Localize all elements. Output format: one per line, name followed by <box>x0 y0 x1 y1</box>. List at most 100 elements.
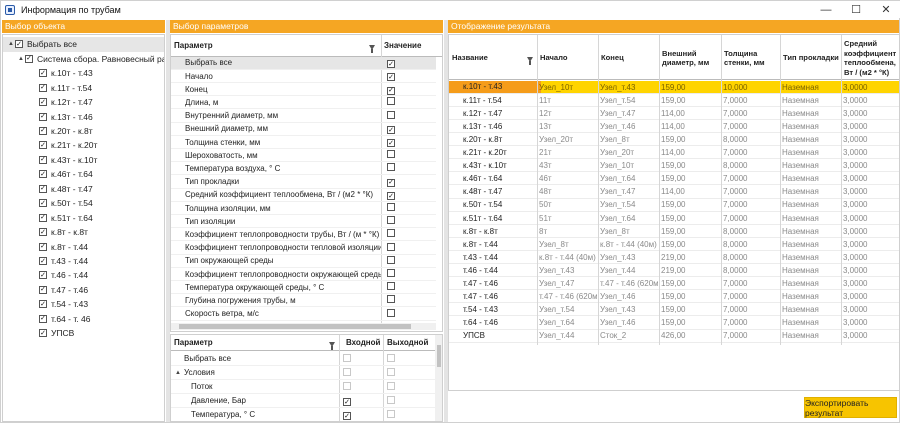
param-value-checkbox[interactable]: ✓ <box>387 192 395 201</box>
results-row[interactable]: к.46т - т.64 46т Узел_т.64 159,00 7,0000 Назе… <box>449 173 899 186</box>
tree-item-checkbox[interactable]: ✓ <box>39 213 47 222</box>
param-row[interactable]: Коэффициент теплопроводности трубы, Вт /… <box>171 229 436 242</box>
param-value-checkbox[interactable] <box>387 150 395 159</box>
tree-item[interactable]: ✓ т.46 - т.44 <box>3 268 164 283</box>
param-value-checkbox[interactable]: ✓ <box>387 60 395 69</box>
param-row[interactable]: Коэффициент теплопроводности тепловой из… <box>171 242 436 255</box>
param-value-checkbox[interactable]: ✓ <box>387 73 395 82</box>
tree-item[interactable]: ✓ к.46т - т.64 <box>3 167 164 182</box>
io-in-checkbox[interactable]: ✓ <box>343 412 351 421</box>
param-row[interactable]: Толщина изоляции, мм <box>171 202 436 215</box>
tree-item[interactable]: ✓ к.48т - т.47 <box>3 182 164 197</box>
tree-item-checkbox[interactable]: ✓ <box>39 314 47 323</box>
param-value-checkbox[interactable] <box>387 282 395 291</box>
param-value-checkbox[interactable] <box>387 216 395 225</box>
results-col-header[interactable]: Толщина стенки, мм <box>724 39 779 77</box>
results-col-header[interactable]: Средний коэффициент теплообмена, Вт / (м… <box>844 39 899 77</box>
tree-item-checkbox[interactable]: ✓ <box>39 155 47 164</box>
param-row[interactable]: Тип окружающей среды <box>171 255 436 268</box>
expander-icon[interactable]: ▲ <box>17 56 25 62</box>
param-row[interactable]: Начало ✓ <box>171 70 436 83</box>
tree-item[interactable]: ✓ к.12т - т.47 <box>3 95 164 110</box>
results-row[interactable]: УПСВ Узел_т.44 Сток_2 426,00 7,0000 Наземная 3… <box>449 330 899 343</box>
param-row[interactable]: Температура окружающей среды, ° С <box>171 281 436 295</box>
results-row[interactable]: к.20т - к.8т Узел_20т Узел_8т 159,00 8,0000 Н… <box>449 133 899 147</box>
param-value-checkbox[interactable] <box>387 295 395 304</box>
io-vscroll[interactable] <box>435 335 442 421</box>
param-row[interactable]: Тип изоляции <box>171 215 436 229</box>
param-row[interactable]: Толщина стенки, мм ✓ <box>171 136 436 149</box>
tree-item[interactable]: ✓ т.43 - т.44 <box>3 254 164 269</box>
param-value-checkbox[interactable] <box>387 308 395 317</box>
param-row[interactable]: Тип прокладки ✓ <box>171 176 436 189</box>
results-row[interactable]: т.64 - т.46 Узел_т.64 Узел_т.46 159,00 7,000… <box>449 317 899 330</box>
param-value-checkbox[interactable]: ✓ <box>387 86 395 95</box>
tree-item-checkbox[interactable]: ✓ <box>39 228 47 237</box>
results-row[interactable]: к.8т - к.8т 8т Узел_8т 159,00 8,0000 Наземная… <box>449 225 899 238</box>
expander-icon[interactable]: ▲ <box>7 41 15 47</box>
param-value-checkbox[interactable]: ✓ <box>387 126 395 135</box>
tree-item[interactable]: ✓ к.10т - т.43 <box>3 66 164 81</box>
param-row[interactable]: Выбрать все ✓ <box>171 57 436 70</box>
expander-icon[interactable]: ▲ <box>174 370 182 376</box>
param-row[interactable]: Коэффициент теплопроводности окружающей … <box>171 268 436 281</box>
io-out-checkbox[interactable] <box>387 409 395 418</box>
io-out-checkbox[interactable] <box>387 367 395 376</box>
param-value-checkbox[interactable] <box>387 110 395 119</box>
tree-item[interactable]: ✓ к.43т - к.10т <box>3 153 164 168</box>
tree-item-checkbox[interactable]: ✓ <box>39 141 47 150</box>
tree-item-checkbox[interactable]: ✓ <box>39 112 47 121</box>
param-row[interactable]: Скорость ветра, м/с <box>171 308 436 321</box>
results-col-header[interactable]: Тип прокладки <box>783 39 840 77</box>
results-row[interactable]: к.43т - к.10т 43т Узел_10т 159,00 8,0000 Назе… <box>449 160 899 173</box>
param-row[interactable]: Температура воздуха, ° С <box>171 163 436 176</box>
results-row[interactable]: к.12т - т.47 12т Узел_т.47 114,00 7,0000 Назе… <box>449 107 899 120</box>
tree-item[interactable]: ▲✓ Система сбора. Равновесный расчет <box>3 51 164 66</box>
param-value-checkbox[interactable]: ✓ <box>387 139 395 148</box>
results-row[interactable]: к.11т - т.54 11т Узел_т.54 159,00 7,0000 Назе… <box>449 94 899 107</box>
results-row[interactable]: т.47 - т.46 Узел_т.47 т.47 - т.46 (620м) 15… <box>449 278 899 291</box>
tree-item[interactable]: ✓ к.8т - т.44 <box>3 239 164 254</box>
tree-item[interactable]: ✓ к.13т - т.46 <box>3 109 164 124</box>
tree-item-checkbox[interactable]: ✓ <box>15 40 23 49</box>
results-col-header[interactable]: Внешний диаметр, мм <box>662 39 720 77</box>
tree-item-checkbox[interactable]: ✓ <box>39 69 47 78</box>
results-row[interactable]: к.51т - т.64 51т Узел_т.64 159,00 7,0000 Назе… <box>449 212 899 225</box>
param-value-checkbox[interactable] <box>387 203 395 212</box>
export-button[interactable]: Экспортировать результат <box>804 397 897 418</box>
param-row[interactable]: Глубина погружения трубы, м <box>171 295 436 308</box>
tree-item-checkbox[interactable]: ✓ <box>39 242 47 251</box>
results-col-header[interactable]: Конец <box>601 39 658 77</box>
param-value-checkbox[interactable] <box>387 97 395 106</box>
tree-item-checkbox[interactable]: ✓ <box>39 83 47 92</box>
param-value-checkbox[interactable] <box>387 229 395 238</box>
io-in-checkbox[interactable] <box>343 353 351 362</box>
io-row[interactable]: Давление, Бар ✓ <box>171 395 435 408</box>
param-row[interactable]: Средний коэффициент теплообмена, Вт / (м… <box>171 189 436 202</box>
io-out-checkbox[interactable] <box>387 395 395 404</box>
param-row[interactable]: Внутренний диаметр, мм <box>171 110 436 123</box>
io-row[interactable]: Температура, ° С ✓ <box>171 409 435 421</box>
tree-item-checkbox[interactable]: ✓ <box>39 184 47 193</box>
tree-item-checkbox[interactable]: ✓ <box>39 329 47 338</box>
tree-item-checkbox[interactable]: ✓ <box>39 98 47 107</box>
io-row[interactable]: ▲ Условия <box>171 367 435 380</box>
io-row[interactable]: Поток <box>171 381 435 394</box>
results-col-header[interactable]: Начало <box>540 39 597 77</box>
io-row[interactable]: Выбрать все <box>171 353 435 366</box>
tree-item-checkbox[interactable]: ✓ <box>25 54 33 63</box>
results-row[interactable]: т.43 - т.44 к.8т - т.44 (40м) Узел_т.43 219… <box>449 251 899 265</box>
tree-item[interactable]: ✓ т.54 - т.43 <box>3 297 164 312</box>
tree-item-checkbox[interactable]: ✓ <box>39 257 47 265</box>
results-row[interactable]: к.48т - т.47 48т Узел_т.47 114,00 7,0000 Назе… <box>449 186 899 199</box>
io-in-checkbox[interactable]: ✓ <box>343 398 351 407</box>
results-row[interactable]: т.47 - т.46 т.47 - т.46 (620м) Узел_т.46 15… <box>449 291 899 304</box>
io-in-checkbox[interactable] <box>343 381 351 390</box>
io-out-checkbox[interactable] <box>387 353 395 362</box>
tree-item[interactable]: ✓ к.51т - т.64 <box>3 210 164 225</box>
close-button[interactable]: ✕ <box>871 1 900 18</box>
tree-item-checkbox[interactable]: ✓ <box>39 170 47 179</box>
tree-item[interactable]: ✓ к.50т - т.54 <box>3 196 164 211</box>
results-col-header[interactable]: Название <box>452 39 536 77</box>
tree-item[interactable]: ✓ УПСВ <box>3 326 164 341</box>
